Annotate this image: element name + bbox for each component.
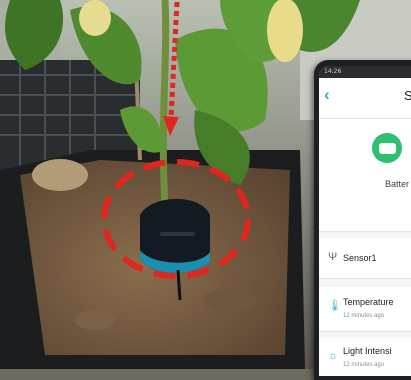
app-header: ‹ S [319, 78, 411, 119]
list-item-sensor[interactable]: Ψ Sensor1 [319, 238, 411, 279]
back-icon[interactable]: ‹ [324, 85, 330, 105]
list-item-light[interactable]: ☼ Light Intensi 12 minutes ago [319, 338, 411, 376]
sun-icon: ☼ [328, 350, 339, 362]
light-updated: 12 minutes ago [343, 362, 385, 368]
temperature-updated: 12 minutes ago [343, 313, 385, 319]
battery-label: Batter [385, 179, 410, 189]
light-label: Light Intensi [343, 346, 392, 356]
battery-icon [372, 133, 402, 163]
sensor-name: Sensor1 [343, 253, 377, 263]
status-bar: 14:26 [319, 66, 411, 78]
temperature-label: Temperature [343, 297, 394, 307]
page-title: S [404, 88, 411, 103]
thermometer-icon: 🌡 [328, 300, 342, 312]
status-time: 14:26 [324, 68, 342, 75]
device-status-card: Batter [319, 119, 411, 232]
app-screen: 14:26 ‹ S Batter Ψ Sensor1 🌡 Temperature… [319, 66, 411, 376]
list-item-temperature[interactable]: 🌡 Temperature 12 minutes ago [319, 287, 411, 332]
probe-icon: Ψ [328, 251, 338, 263]
smartphone: 14:26 ‹ S Batter Ψ Sensor1 🌡 Temperature… [314, 60, 411, 380]
